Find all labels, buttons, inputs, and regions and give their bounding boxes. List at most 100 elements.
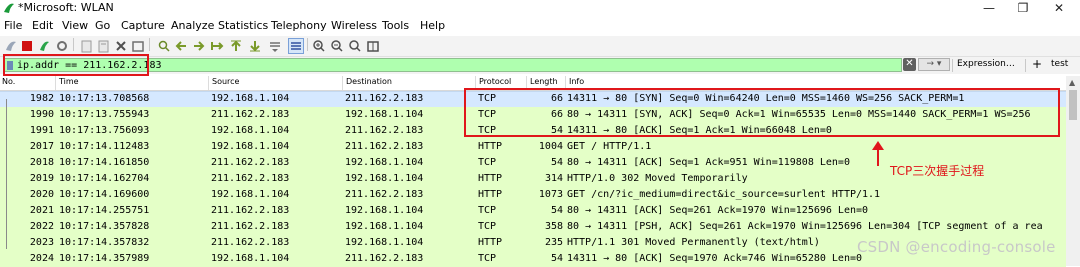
clear-filter-button[interactable]: ✕	[903, 58, 916, 71]
filter-separator	[1025, 59, 1026, 72]
packet-length: 235	[544, 237, 563, 248]
packet-protocol: HTTP	[478, 173, 503, 184]
column-header-info[interactable]: Info	[569, 77, 584, 86]
minimize-button[interactable]: —	[972, 0, 1006, 17]
packet-info: 80 → 14311 [PSH, ACK] Seq=261 Ack=1970 W…	[567, 221, 1043, 232]
menu-statistics[interactable]: Statistics	[218, 19, 268, 32]
packet-length: 54	[550, 253, 563, 264]
close-file-icon[interactable]	[114, 39, 128, 53]
menu-view[interactable]: View	[62, 19, 88, 32]
find-packet-icon[interactable]	[157, 39, 171, 53]
packet-protocol: HTTP	[478, 189, 503, 200]
packet-protocol: TCP	[478, 253, 497, 264]
reload-file-icon[interactable]	[131, 39, 145, 53]
maximize-button[interactable]: ❐	[1006, 0, 1040, 17]
filter-highlight-box	[3, 54, 149, 76]
menu-edit[interactable]: Edit	[32, 19, 53, 32]
expression-button[interactable]: Expression…	[957, 59, 1015, 69]
scroll-up-icon[interactable]: ▲	[1069, 78, 1075, 87]
packet-destination: 192.168.1.104	[345, 221, 424, 232]
packet-destination: 211.162.2.183	[345, 125, 424, 136]
save-file-icon[interactable]	[97, 39, 111, 53]
packet-source: 211.162.2.183	[211, 237, 290, 248]
column-header-no[interactable]: No.	[2, 77, 15, 86]
packet-time: 10:17:14.161850	[59, 157, 150, 168]
menu-telephony[interactable]: Telephony	[271, 19, 327, 32]
handshake-highlight-box	[464, 88, 1060, 137]
wireshark-logo-icon	[4, 3, 14, 13]
packet-length: 54	[550, 205, 563, 216]
add-filter-button[interactable]: +	[1032, 57, 1042, 71]
packet-destination: 211.162.2.183	[345, 141, 424, 152]
packet-protocol: HTTP	[478, 141, 503, 152]
packet-source: 192.168.1.104	[211, 253, 290, 264]
restart-capture-icon[interactable]	[37, 39, 51, 53]
menu-capture[interactable]: Capture	[121, 19, 165, 32]
packet-list-scrollbar[interactable]: ▲	[1066, 76, 1080, 266]
column-separator	[208, 76, 209, 90]
go-to-packet-icon[interactable]	[210, 39, 224, 53]
packet-info: HTTP/1.0 302 Moved Temporarily	[567, 173, 748, 184]
packet-time: 10:17:14.357989	[59, 253, 150, 264]
packet-time: 10:17:14.255751	[59, 205, 150, 216]
apply-filter-button[interactable]: → ▾	[918, 58, 950, 71]
go-forward-icon[interactable]	[192, 39, 206, 53]
column-separator	[55, 76, 56, 90]
packet-protocol: TCP	[478, 157, 497, 168]
packet-source: 192.168.1.104	[211, 125, 290, 136]
packet-time: 10:17:14.357832	[59, 237, 150, 248]
packet-destination: 192.168.1.104	[345, 205, 424, 216]
packet-time: 10:17:14.169600	[59, 189, 150, 200]
normal-size-icon[interactable]	[348, 39, 362, 53]
packet-time: 10:17:14.162704	[59, 173, 150, 184]
packet-source: 211.162.2.183	[211, 221, 290, 232]
column-separator	[342, 76, 343, 90]
open-file-icon[interactable]	[80, 39, 94, 53]
packet-info: GET /cn/?ic_medium=direct&ic_source=surl…	[567, 189, 881, 200]
column-header-source[interactable]: Source	[212, 77, 239, 86]
go-back-icon[interactable]	[174, 39, 188, 53]
packet-source: 211.162.2.183	[211, 173, 290, 184]
menu-tools[interactable]: Tools	[382, 19, 409, 32]
packet-destination: 192.168.1.104	[345, 157, 424, 168]
packet-destination: 192.168.1.104	[345, 173, 424, 184]
menu-wireless[interactable]: Wireless	[331, 19, 377, 32]
go-first-packet-icon[interactable]	[229, 39, 243, 53]
csdn-watermark: CSDN @encoding-console	[857, 238, 1056, 256]
packet-protocol: TCP	[478, 221, 497, 232]
column-header-length[interactable]: Length	[530, 77, 558, 86]
packet-info: 80 → 14311 [ACK] Seq=261 Ack=1970 Win=12…	[567, 205, 869, 216]
packet-row[interactable]: 2017 10:17:14.112483 192.168.1.104 211.162.…	[0, 139, 1066, 155]
colorize-icon[interactable]	[288, 38, 304, 54]
packet-source: 211.162.2.183	[211, 205, 290, 216]
packet-row[interactable]: 2022 10:17:14.357828 211.162.2.183 192.168.…	[0, 219, 1066, 235]
resize-columns-icon[interactable]	[366, 39, 380, 53]
auto-scroll-icon[interactable]	[268, 39, 282, 53]
packet-info: GET / HTTP/1.1	[567, 141, 652, 152]
packet-row[interactable]: 2020 10:17:14.169600 192.168.1.104 211.162.…	[0, 187, 1066, 203]
zoom-out-icon[interactable]	[330, 39, 344, 53]
capture-options-icon[interactable]	[55, 39, 69, 53]
menu-file[interactable]: File	[4, 19, 22, 32]
stop-capture-icon[interactable]	[20, 39, 34, 53]
main-toolbar	[0, 36, 1080, 57]
packet-length: 314	[544, 173, 563, 184]
packet-destination: 211.162.2.183	[345, 253, 424, 264]
packet-time: 10:17:14.112483	[59, 141, 150, 152]
packet-length: 358	[544, 221, 563, 232]
zoom-in-icon[interactable]	[312, 39, 326, 53]
column-header-time[interactable]: Time	[59, 77, 79, 86]
column-header-protocol[interactable]: Protocol	[479, 77, 511, 86]
column-header-destination[interactable]: Destination	[346, 77, 392, 86]
window-title: *Microsoft: WLAN	[18, 1, 114, 14]
menu-analyze[interactable]: Analyze	[171, 19, 214, 32]
go-last-packet-icon[interactable]	[248, 39, 262, 53]
menu-help[interactable]: Help	[420, 19, 445, 32]
menu-go[interactable]: Go	[95, 19, 110, 32]
filter-button-test[interactable]: test	[1051, 59, 1068, 69]
scroll-thumb[interactable]	[1069, 90, 1077, 120]
packet-row[interactable]: 2021 10:17:14.255751 211.162.2.183 192.168.…	[0, 203, 1066, 219]
packet-destination: 211.162.2.183	[345, 93, 424, 104]
close-button[interactable]: ✕	[1042, 0, 1076, 17]
start-capture-icon[interactable]	[4, 39, 18, 53]
